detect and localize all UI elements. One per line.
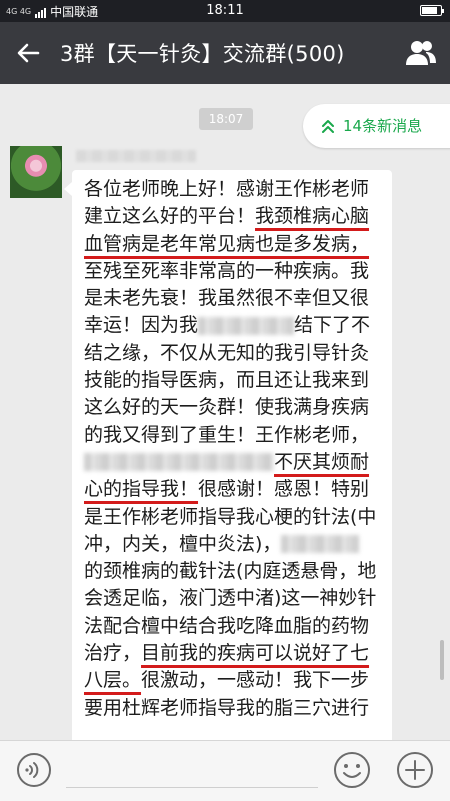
blurred-text (84, 453, 274, 472)
message-line: 要用杜辉老师指导我的脂三穴进行 (84, 695, 384, 722)
sender-avatar[interactable] (10, 146, 62, 198)
message-segment: 技能的指导医病，而且还让我来到 (84, 369, 370, 392)
message-line: 会透足临，液门透中渚)这一神妙针 (84, 585, 384, 612)
message-segment: 至残至死率非常高的一种疾病。我 (84, 259, 370, 282)
message-segment: 各位老师晚上好！感谢王作彬老师 (84, 178, 370, 200)
message-line: 结之缘，不仅从无知的我引导针灸 (84, 340, 384, 367)
chat-header: 3群【天一针灸】交流群(500) (0, 22, 450, 84)
message-segment: 会透足临，液门透中渚)这一神妙针 (84, 587, 377, 610)
message-segment: 的颈椎病的截针法(内庭透悬骨，地 (84, 560, 377, 583)
underlined-segment: 心的指导我！ (84, 478, 199, 501)
message-line: 八层。很激动，一感动！我下一步 (84, 667, 384, 694)
message-line: 这么好的天一灸群！使我满身疾病 (84, 394, 384, 421)
message-segment: 这么好的天一灸群！使我满身疾病 (84, 396, 370, 419)
message-line: 是王作彬老师指导我心梗的针法(中 (84, 504, 384, 531)
message-line: 冲，内关，檀中炎法)， (84, 531, 384, 558)
message-segment: 结之缘，不仅从无知的我引导针灸 (84, 341, 370, 364)
chat-title: 3群【天一针灸】交流群(500) (60, 42, 345, 66)
message-segment: 冲，内关，檀中炎法)， (84, 532, 282, 555)
message-segment: 幸运！因为我 (84, 314, 199, 337)
status-bar: 4G 4G 中国联通 18:11 (0, 0, 450, 22)
underlined-segment: 八层。 (84, 669, 142, 692)
double-chevron-up-icon (322, 120, 334, 133)
emoji-icon[interactable] (333, 751, 371, 789)
message-line: 心的指导我！很感谢！感恩！特别 (84, 476, 384, 503)
message-line: 是未老先衰！我虽然很不幸但又很 (84, 285, 384, 312)
voice-icon[interactable] (16, 752, 52, 788)
message-segment: 很感谢！感恩！特别 (198, 478, 370, 501)
underlined-segment: 目前我的疾病可以说好了七 (141, 642, 370, 665)
message-line: 血管病是老年常见病也是多发病， (84, 231, 384, 258)
message-segment: 是王作彬老师指导我心梗的针法(中 (84, 505, 377, 528)
message-line: 不厌其烦耐 (84, 449, 384, 476)
sender-name-blurred (76, 150, 196, 162)
blurred-text (198, 316, 295, 335)
people-icon[interactable] (406, 39, 436, 67)
new-messages-label: 14条新消息 (343, 117, 423, 135)
message-line: 技能的指导医病，而且还让我来到 (84, 367, 384, 394)
message-line: 至残至死率非常高的一种疾病。我 (84, 258, 384, 285)
message-line: 建立这么好的平台！我颈椎病心脑 (84, 203, 384, 230)
message-segment: 的我又得到了重生！王作彬老师， (84, 423, 370, 446)
chat-timestamp: 18:07 (199, 108, 253, 130)
message-segment: 法配合檀中结合我吃降血脂的药物 (84, 614, 370, 637)
new-messages-button[interactable]: 14条新消息 (303, 104, 450, 148)
message-line: 的我又得到了重生！王作彬老师， (84, 422, 384, 449)
message-segment: 是未老先衰！我虽然很不幸但又很 (84, 287, 370, 310)
scrollbar-thumb[interactable] (440, 640, 444, 680)
message-input[interactable] (66, 787, 318, 788)
blurred-text (281, 535, 360, 554)
underlined-segment: 不厌其烦耐 (274, 450, 370, 473)
battery-icon (420, 5, 444, 16)
status-time: 18:11 (206, 3, 244, 18)
message-segment: 治疗， (84, 642, 142, 665)
underlined-segment: 血管病是老年常见病也是多发病， (84, 232, 370, 255)
message-bubble[interactable]: 各位老师晚上好！感谢王作彬老师 建立这么好的平台！我颈椎病心脑 血管病是老年常见… (64, 170, 392, 750)
message-segment: 结下了不 (294, 314, 371, 337)
message-segment: 很激动，一感动！我下一步 (141, 669, 370, 692)
message-line: 各位老师晚上好！感谢王作彬老师 (84, 176, 384, 203)
input-bar (0, 740, 450, 801)
message-line: 的颈椎病的截针法(内庭透悬骨，地 (84, 558, 384, 585)
message-line: 幸运！因为我 结下了不 (84, 312, 384, 339)
underlined-segment: 我颈椎病心脑 (255, 205, 370, 228)
plus-icon[interactable] (396, 751, 434, 789)
message-segment: 要用杜辉老师指导我的脂三穴进行 (84, 696, 370, 719)
back-arrow-icon[interactable] (12, 37, 44, 69)
message-line: 法配合檀中结合我吃降血脂的药物 (84, 613, 384, 640)
message-text: 各位老师晚上好！感谢王作彬老师 建立这么好的平台！我颈椎病心脑 血管病是老年常见… (84, 176, 384, 722)
message-segment: 建立这么好的平台！ (84, 205, 256, 228)
message-line: 治疗，目前我的疾病可以说好了七 (84, 640, 384, 667)
